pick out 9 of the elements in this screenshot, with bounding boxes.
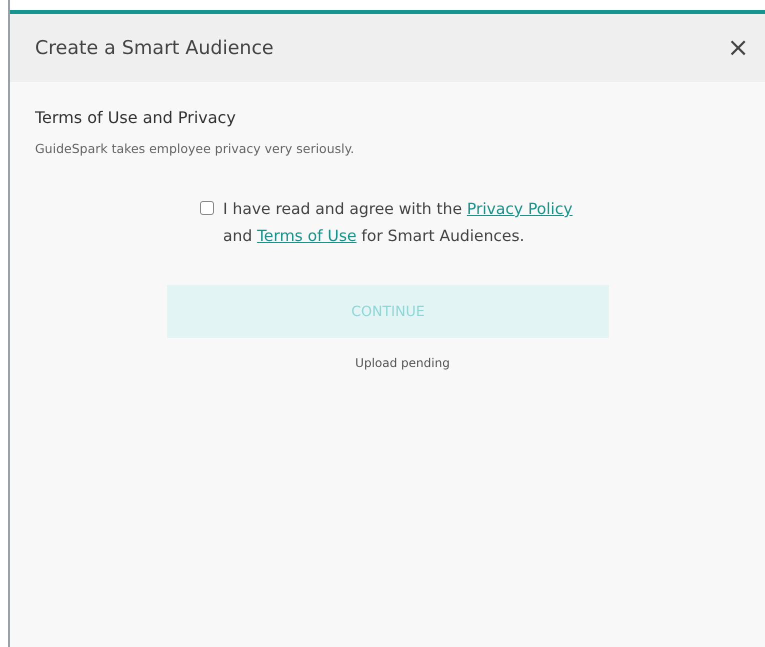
upload-status: Upload pending bbox=[354, 356, 450, 370]
agreement-checkbox[interactable] bbox=[200, 201, 214, 215]
agreement-text: I have read and agree with the Privacy Policy and Terms of Use for Smart Audiences. bbox=[223, 199, 574, 247]
policy-link[interactable]: Privacy Policy bbox=[466, 200, 573, 218]
dialog-title: Create a Smart Audience bbox=[35, 37, 274, 59]
section-heading: Terms of Use and Privacy bbox=[35, 108, 237, 127]
close-button[interactable]: × bbox=[723, 35, 753, 61]
policy-link[interactable]: Terms of Use bbox=[257, 227, 356, 245]
section-description: GuideSpark takes employee privacy very seriously. bbox=[35, 141, 356, 156]
